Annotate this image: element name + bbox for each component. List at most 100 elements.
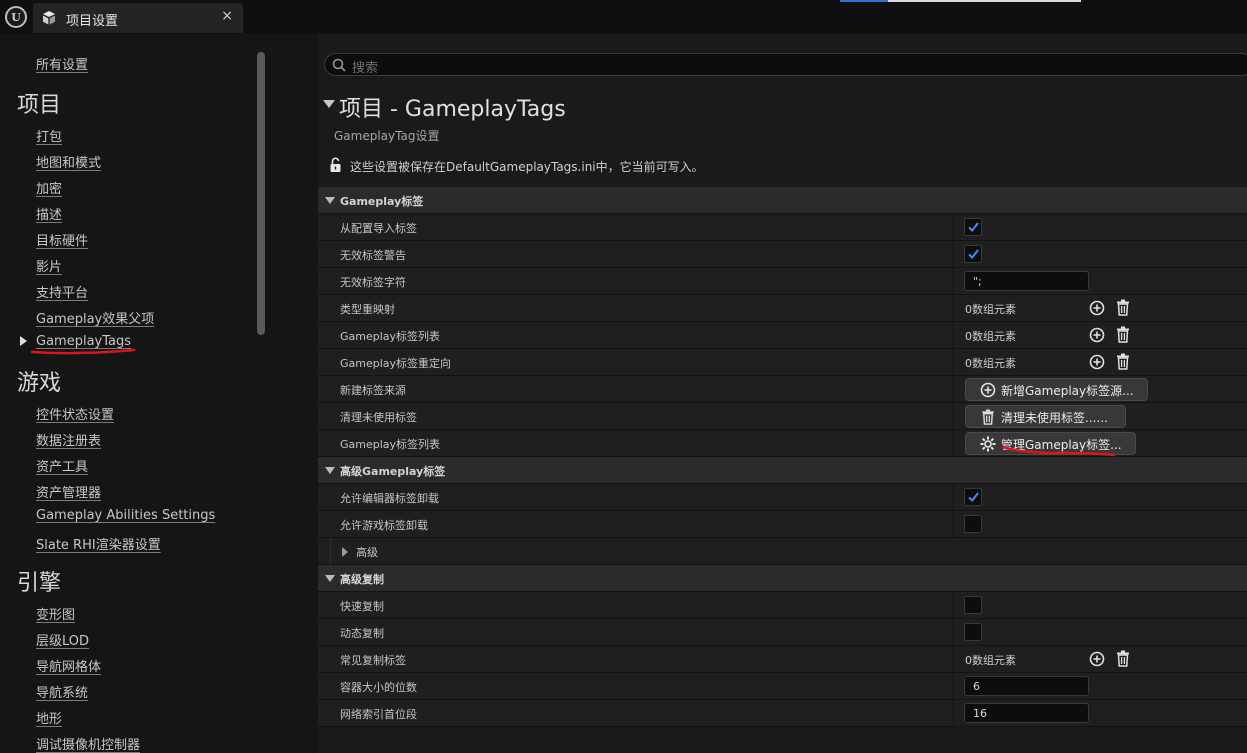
column-divider[interactable] — [953, 376, 954, 403]
property-row: 类型重映射 0数组元素 — [318, 295, 1247, 322]
search-input[interactable]: 搜索 — [352, 57, 378, 76]
property-name: 清理未使用标签 — [340, 411, 417, 424]
text-field[interactable]: 16 — [964, 703, 1089, 723]
sidebar-section-game: 游戏 — [17, 371, 62, 396]
search-box[interactable]: 搜索 — [324, 53, 1247, 76]
sidebar-section-engine: 引擎 — [17, 571, 62, 596]
column-divider[interactable] — [953, 511, 954, 538]
sidebar-item[interactable]: 导航网格体 — [36, 656, 101, 675]
checkbox[interactable] — [964, 218, 982, 236]
checkbox[interactable] — [964, 515, 982, 533]
sidebar-item[interactable]: 数据注册表 — [36, 430, 101, 449]
checkbox[interactable] — [964, 596, 982, 614]
sidebar-item[interactable]: 描述 — [36, 204, 62, 223]
property-name: 网络索引首位段 — [340, 708, 417, 721]
expand-arrow-icon[interactable] — [342, 547, 348, 557]
action-button[interactable]: 清理未使用标签...... — [965, 405, 1126, 428]
checkbox[interactable] — [964, 245, 982, 263]
trash-icon[interactable] — [1116, 299, 1130, 316]
plus-icon[interactable] — [1089, 354, 1105, 370]
sidebar-item[interactable]: 支持平台 — [36, 282, 88, 301]
button-label: 新增Gameplay标签源... — [1001, 384, 1134, 398]
sidebar-item[interactable]: 地图和模式 — [36, 152, 101, 171]
property-row: 无效标签字符 "; — [318, 268, 1247, 295]
checkmark-icon — [968, 249, 979, 259]
close-icon[interactable]: × — [221, 8, 233, 24]
text-field[interactable]: "; — [964, 271, 1089, 291]
checkmark-icon — [968, 222, 979, 232]
project-settings-icon — [43, 11, 55, 25]
property-name: 无效标签警告 — [340, 249, 406, 262]
checkbox[interactable] — [964, 488, 982, 506]
sidebar-item-all-settings[interactable]: 所有设置 — [36, 54, 88, 73]
column-divider[interactable] — [953, 268, 954, 295]
collapse-arrow-icon[interactable] — [323, 100, 335, 108]
page-title: 项目 - GameplayTags — [339, 97, 566, 122]
tab-project-settings[interactable]: 项目设置 × — [33, 3, 243, 33]
column-divider[interactable] — [953, 700, 954, 727]
unreal-logo-icon[interactable]: U — [5, 6, 27, 28]
property-name: 容器大小的位数 — [340, 681, 417, 694]
sidebar-item[interactable]: Gameplay效果父项 — [36, 308, 154, 327]
column-divider[interactable] — [953, 430, 954, 457]
column-divider[interactable] — [953, 484, 954, 511]
property-row: 网络索引首位段 16 — [318, 700, 1247, 727]
sidebar-item[interactable]: 资产工具 — [36, 456, 88, 475]
text-field[interactable]: 6 — [964, 676, 1089, 696]
sidebar-item[interactable]: 调试摄像机控制器 — [36, 734, 140, 753]
column-divider[interactable] — [953, 241, 954, 268]
sidebar-item[interactable]: 变形图 — [36, 604, 75, 623]
plus-icon[interactable] — [1089, 300, 1105, 316]
sidebar-item[interactable]: Gameplay Abilities Settings — [36, 508, 215, 523]
column-divider[interactable] — [953, 295, 954, 322]
plus-icon[interactable] — [1089, 651, 1105, 667]
category-row[interactable]: Gameplay标签 — [318, 187, 1247, 214]
property-name: Gameplay标签 — [340, 195, 424, 208]
property-row[interactable]: 高级 — [318, 538, 1247, 565]
column-divider[interactable] — [953, 322, 954, 349]
expand-arrow-icon[interactable] — [325, 575, 335, 582]
expand-arrow-icon[interactable] — [325, 467, 335, 474]
sidebar-item[interactable]: 加密 — [36, 178, 62, 197]
sidebar-item[interactable]: 资产管理器 — [36, 482, 101, 501]
property-row: 常见复制标签 0数组元素 — [318, 646, 1247, 673]
category-row[interactable]: 高级复制 — [318, 565, 1247, 592]
checkbox[interactable] — [964, 623, 982, 641]
selected-arrow-icon — [20, 336, 27, 346]
action-button[interactable]: 新增Gameplay标签源... — [965, 378, 1148, 401]
sidebar-item[interactable]: 导航系统 — [36, 682, 88, 701]
sidebar-item[interactable]: 打包 — [36, 126, 62, 145]
column-divider[interactable] — [953, 646, 954, 673]
category-row[interactable]: 高级Gameplay标签 — [318, 457, 1247, 484]
sidebar-item[interactable]: Slate RHI渲染器设置 — [36, 534, 161, 553]
property-row: 无效标签警告 — [318, 241, 1247, 268]
sidebar-item[interactable]: 影片 — [36, 256, 62, 275]
property-name: Gameplay标签重定向 — [340, 357, 452, 370]
column-divider[interactable] — [953, 673, 954, 700]
column-divider[interactable] — [953, 349, 954, 376]
gear-icon — [980, 436, 996, 452]
splitter[interactable] — [270, 34, 318, 753]
plus-icon[interactable] — [1089, 327, 1105, 343]
trash-icon[interactable] — [1116, 353, 1130, 370]
property-name: 常见复制标签 — [340, 654, 406, 667]
plus-icon — [980, 382, 996, 398]
column-divider[interactable] — [953, 214, 954, 241]
sidebar-item[interactable]: 地形 — [36, 708, 62, 727]
property-row: 动态复制 — [318, 619, 1247, 646]
trash-icon[interactable] — [1116, 326, 1130, 343]
property-row: 快速复制 — [318, 592, 1247, 619]
page-subtitle: GameplayTag设置 — [334, 129, 440, 143]
column-divider[interactable] — [953, 592, 954, 619]
sidebar-item[interactable]: 层级LOD — [36, 630, 89, 649]
property-row: 从配置导入标签 — [318, 214, 1247, 241]
column-divider[interactable] — [953, 403, 954, 430]
expand-arrow-icon[interactable] — [325, 197, 335, 204]
sidebar-item[interactable]: 目标硬件 — [36, 230, 88, 249]
column-divider[interactable] — [953, 619, 954, 646]
property-name: 从配置导入标签 — [340, 222, 417, 235]
property-name: 允许游戏标签卸载 — [340, 519, 428, 532]
sidebar-item[interactable]: 控件状态设置 — [36, 404, 114, 423]
trash-icon[interactable] — [1116, 650, 1130, 667]
sidebar-scrollbar[interactable] — [257, 52, 265, 335]
